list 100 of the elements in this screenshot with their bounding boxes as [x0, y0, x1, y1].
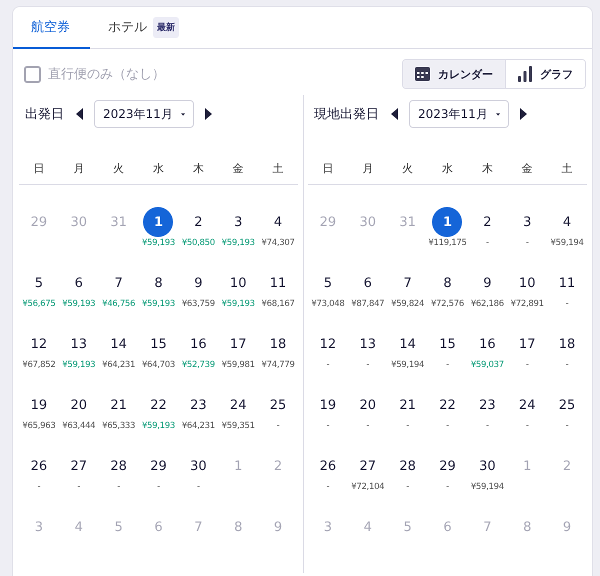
fare-price: ¥64,231: [182, 421, 215, 431]
date-number[interactable]: 19: [312, 390, 343, 420]
date-number[interactable]: 9: [183, 268, 214, 298]
fare-price: ¥59,193: [142, 238, 176, 248]
weekday-label: 月: [361, 161, 374, 176]
date-number[interactable]: 26: [312, 451, 343, 481]
date-number[interactable]: 22: [432, 390, 462, 420]
date-number[interactable]: 27: [64, 451, 94, 481]
date-number[interactable]: 18: [263, 329, 294, 359]
fare-price: -: [486, 238, 489, 248]
date-number[interactable]: 21: [392, 390, 423, 420]
next-month-icon[interactable]: [203, 108, 213, 120]
date-number[interactable]: 15: [143, 329, 174, 359]
fare-price: ¥72,576: [430, 299, 464, 309]
month-dropdown[interactable]: 2023年11月: [94, 100, 194, 128]
date-number[interactable]: 26: [24, 451, 54, 481]
checkbox[interactable]: [24, 66, 41, 82]
tab[interactable]: ホテル 最新: [90, 7, 197, 49]
date-number[interactable]: 15: [432, 329, 462, 359]
month-dropdown[interactable]: 2023年11月: [409, 100, 509, 128]
date-number[interactable]: 4: [263, 207, 294, 237]
date-number: 7: [193, 518, 204, 536]
fare-price: ¥59,194: [391, 360, 424, 370]
fare-price: -: [446, 421, 449, 431]
fare-price: ¥59,193: [142, 421, 176, 431]
date-number[interactable]: 21: [104, 390, 134, 420]
next-month-icon[interactable]: [518, 108, 528, 120]
date-number[interactable]: 13: [64, 329, 94, 359]
date-number[interactable]: 13: [352, 329, 383, 359]
date-number[interactable]: 3: [223, 207, 254, 237]
date-number[interactable]: 17: [512, 329, 542, 359]
date-number[interactable]: 20: [64, 390, 94, 420]
fare-price: ¥59,981: [222, 360, 255, 370]
weekday-label: 金: [232, 161, 245, 176]
fare-price: -: [406, 482, 410, 492]
date-number[interactable]: 27: [352, 451, 383, 481]
fare-price: ¥62,186: [470, 299, 504, 309]
date-number[interactable]: 17: [223, 329, 254, 359]
date-number[interactable]: 8: [143, 268, 174, 298]
date-number[interactable]: 11: [552, 268, 582, 298]
date-number[interactable]: 30: [183, 451, 214, 481]
fare-price: ¥72,891: [510, 299, 544, 309]
date-number[interactable]: 14: [392, 329, 423, 359]
date-number[interactable]: 7: [104, 268, 134, 298]
selected-date[interactable]: 1: [143, 207, 174, 237]
date-number[interactable]: 25: [552, 390, 582, 420]
date-number[interactable]: 10: [223, 268, 254, 298]
date-number[interactable]: 6: [64, 268, 94, 298]
caret-icon: [496, 112, 500, 116]
checkbox-label: 直行便のみ（なし）: [48, 66, 165, 83]
fare-price: ¥46,756: [102, 299, 136, 309]
date-number[interactable]: 24: [512, 390, 542, 420]
selected-date[interactable]: 1: [432, 207, 462, 237]
date-number[interactable]: 16: [183, 329, 214, 359]
fare-price: ¥63,759: [182, 299, 215, 309]
previous-month-icon[interactable]: [390, 108, 400, 120]
date-number[interactable]: 3: [512, 207, 542, 237]
date-number[interactable]: 23: [183, 390, 214, 420]
date-number[interactable]: 2: [472, 207, 502, 237]
fare-price: ¥59,037: [470, 360, 504, 370]
date-number[interactable]: 9: [472, 268, 502, 298]
fare-price: -: [566, 299, 568, 309]
date-number[interactable]: 12: [312, 329, 343, 359]
view-toggle-button[interactable]: グラフ: [505, 60, 585, 88]
date-number: 9: [562, 518, 572, 536]
date-number[interactable]: 28: [392, 451, 423, 481]
date-number[interactable]: 16: [472, 329, 502, 359]
date-number[interactable]: 4: [552, 207, 582, 237]
date-number[interactable]: 18: [552, 329, 582, 359]
date-number[interactable]: 29: [432, 451, 462, 481]
date-number[interactable]: 6: [352, 268, 383, 298]
date-number[interactable]: 22: [143, 390, 174, 420]
date-number[interactable]: 11: [263, 268, 294, 298]
date-number[interactable]: 25: [263, 390, 294, 420]
view-toggle-button[interactable]: カレンダー: [403, 60, 505, 88]
date-number: 8: [233, 518, 244, 536]
date-number[interactable]: 14: [104, 329, 134, 359]
date-number: 29: [30, 214, 48, 232]
date-number[interactable]: 19: [24, 390, 54, 420]
date-number[interactable]: 2: [183, 207, 214, 237]
previous-month-icon[interactable]: [75, 108, 85, 120]
date-number[interactable]: 20: [352, 390, 383, 420]
date-number[interactable]: 12: [24, 329, 54, 359]
tab[interactable]: 航空券: [13, 7, 90, 49]
fare-price: ¥59,193: [222, 299, 255, 309]
weekday-label: 日: [32, 161, 46, 176]
date-number[interactable]: 5: [24, 268, 54, 298]
date-number[interactable]: 23: [472, 390, 502, 420]
date-number[interactable]: 7: [392, 268, 423, 298]
date-number[interactable]: 10: [512, 268, 542, 298]
date-number: 1: [233, 458, 244, 476]
date-number[interactable]: 8: [432, 268, 462, 298]
date-number[interactable]: 5: [312, 268, 343, 298]
date-number[interactable]: 30: [472, 451, 502, 481]
date-number[interactable]: 28: [104, 451, 134, 481]
date-number[interactable]: 24: [223, 390, 254, 420]
fare-price: -: [526, 238, 529, 248]
date-number: 30: [358, 214, 378, 232]
fare-price: -: [326, 360, 330, 370]
date-number[interactable]: 29: [143, 451, 174, 481]
